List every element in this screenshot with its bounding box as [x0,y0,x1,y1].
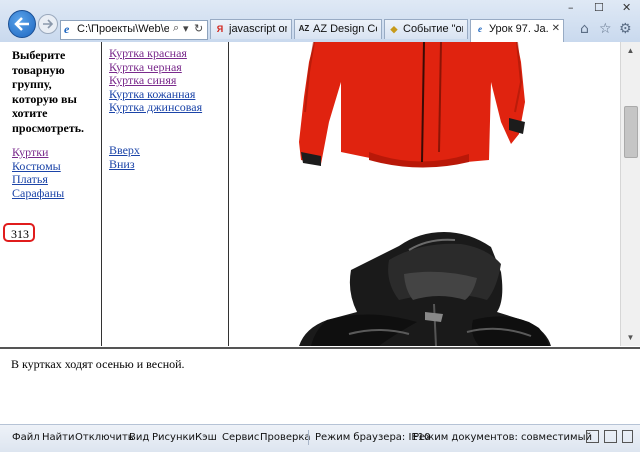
menu-validate[interactable]: Проверка [260,432,311,443]
scroll-down-icon[interactable]: ▼ [621,329,640,346]
tab-2[interactable]: AZ AZ Design Cor... [294,19,382,39]
tab-label: Урок 97. Ja... [489,23,549,35]
scroll-up-icon[interactable]: ▲ [621,42,640,59]
menu-tools[interactable]: Сервис [222,432,259,443]
favorites-star-icon[interactable]: ☆ [599,21,612,37]
category-link-jackets[interactable]: Куртки [12,145,64,160]
window-controls: – ☐ ✕ [560,0,640,16]
bookmark-icon: ◆ [390,24,398,34]
jacket-link-red[interactable]: Куртка красная [109,46,202,61]
gear-icon[interactable]: ⚙ [619,21,632,37]
arrow-right-icon [43,19,54,29]
left-frame: Выберите товарную группу, которую вы хот… [0,42,102,346]
link-up[interactable]: Вверх [109,143,140,158]
close-devtools-icon[interactable] [622,430,633,443]
page-title: Выберите товарную группу, которую вы хот… [12,48,85,135]
image-frame [229,42,620,346]
menu-view[interactable]: Вид [129,432,149,443]
category-link-suits[interactable]: Костюмы [12,159,64,174]
description-frame: В куртках ходят осенью и весной. [0,347,640,426]
scroll-counter: 313 [3,223,35,242]
close-tab-icon[interactable]: ✕ [552,23,560,34]
ie-page-icon: e [478,24,482,34]
tab-4-active[interactable]: e Урок 97. Ja... ✕ [470,19,564,42]
tab-label: javascript onsc... [229,23,287,35]
black-jacket-image [299,232,551,346]
jacket-link-black[interactable]: Куртка черная [109,60,202,75]
product-images [299,42,551,346]
document-mode[interactable]: Режим документов: совместимый [413,432,592,443]
menu-find[interactable]: Найти [42,432,74,443]
tab-1[interactable]: Я javascript onsc... [210,19,292,39]
dropdown-icon[interactable]: ▾ [183,22,189,35]
page-content: Выберите товарную группу, которую вы хот… [0,42,620,346]
search-icon[interactable]: ⌕ [173,22,179,35]
menu-bar: Файл Найти Отключить Вид Рисунки Кэш Сер… [0,424,640,452]
az-icon: AZ [298,24,310,33]
jump-links: Вверх Вниз [109,143,140,172]
back-button[interactable] [8,10,36,38]
menu-cache[interactable]: Кэш [195,432,217,443]
address-bar[interactable]: e C:\Проекты\Web\eas ⌕ ▾ ↻ [60,20,208,40]
address-url[interactable]: C:\Проекты\Web\eas [77,23,169,35]
jacket-link-leather[interactable]: Куртка кожанная [109,87,202,102]
browser-tools: ⌂ ☆ ⚙ [578,21,640,39]
maximize-icon[interactable]: ☐ [594,1,604,14]
menu-separator [308,430,309,445]
category-list: Куртки Костюмы Платья Сарафаны [12,145,64,201]
menu-disable[interactable]: Отключить [75,432,134,443]
close-window-icon[interactable]: ✕ [622,1,631,14]
refresh-icon[interactable]: ↻ [194,22,203,35]
scroll-thumb[interactable] [624,106,638,158]
yandex-icon: Я [216,24,224,34]
menu-file[interactable]: Файл [12,432,40,443]
forward-button[interactable] [38,14,58,34]
arrow-left-icon [14,17,29,31]
pin-icon[interactable] [604,430,617,443]
middle-frame: Куртка красная Куртка черная Куртка синя… [102,42,229,346]
vertical-scrollbar[interactable]: ▲ ▼ [620,42,640,346]
jacket-link-denim[interactable]: Куртка джинсовая [109,100,202,115]
tab-label: Событие "ons... [403,23,463,35]
description-text: В куртках ходят осенью и весной. [11,357,185,371]
jacket-list: Куртка красная Куртка черная Куртка синя… [109,46,202,115]
restore-icon[interactable] [586,430,599,443]
tab-label: AZ Design Cor... [313,23,377,35]
link-down[interactable]: Вниз [109,157,140,172]
category-link-dresses[interactable]: Платья [12,172,64,187]
tab-3[interactable]: ◆ Событие "ons... [384,19,468,39]
ie-page-icon: e [64,22,70,36]
menu-images[interactable]: Рисунки [152,432,195,443]
home-icon[interactable]: ⌂ [580,21,589,37]
red-jacket-image [299,42,525,168]
minimize-icon[interactable]: – [568,1,574,14]
category-link-sundresses[interactable]: Сарафаны [12,186,64,201]
browser-toolbar: e C:\Проекты\Web\eas ⌕ ▾ ↻ Я javascript … [0,0,640,43]
jacket-link-blue[interactable]: Куртка синяя [109,73,202,88]
